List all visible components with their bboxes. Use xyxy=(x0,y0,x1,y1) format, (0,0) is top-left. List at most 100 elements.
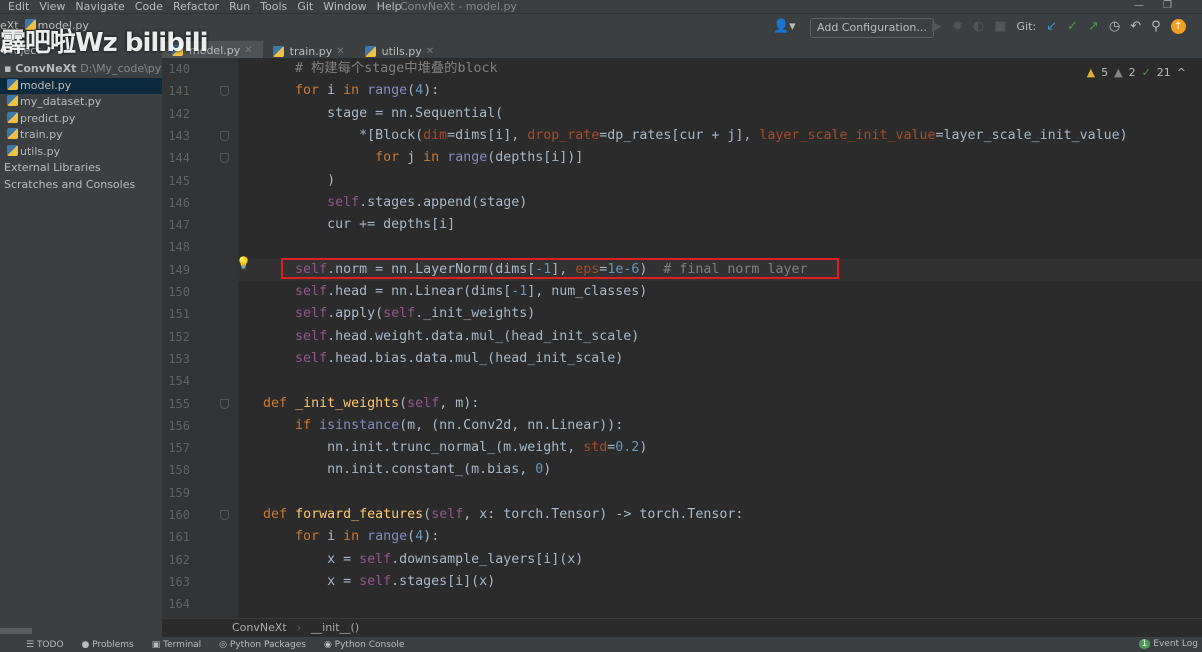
menu-edit[interactable]: Edit xyxy=(8,0,29,13)
code-token: self xyxy=(407,395,440,411)
git-label: Git: xyxy=(1016,20,1037,33)
event-log-button[interactable]: 1 Event Log xyxy=(1138,639,1198,649)
close-icon[interactable]: ✕ xyxy=(244,45,252,56)
close-icon[interactable]: ✕ xyxy=(336,46,344,57)
code-line: stage = nn.Sequential( xyxy=(231,103,503,125)
fold-marker-icon[interactable] xyxy=(220,153,229,164)
code-token: _init_weights xyxy=(295,395,400,411)
toolwindow-label: Python Console xyxy=(334,639,405,650)
git-commit-icon[interactable]: ✓ xyxy=(1067,19,1078,34)
code-token: ( xyxy=(407,529,416,545)
line-number: 153 xyxy=(168,351,190,366)
run-icon[interactable]: ▶ xyxy=(932,19,942,34)
project-tree: ▪ ConvNeXt D:\My_code\pythonP model.py my… xyxy=(0,61,162,637)
menu-run[interactable]: Run xyxy=(229,0,250,13)
packages-icon: ◎ xyxy=(219,639,230,650)
add-configuration-button[interactable]: Add Configuration... xyxy=(810,18,934,38)
code-token: layer_scale_init_value xyxy=(759,127,936,143)
code-token: # 构建每个stage中堆叠的block xyxy=(231,61,498,76)
lightbulb-icon[interactable]: 💡 xyxy=(236,256,251,270)
fold-marker-icon[interactable] xyxy=(220,398,229,409)
tree-file-model-py[interactable]: model.py xyxy=(0,77,162,94)
code-token: self xyxy=(295,306,328,322)
code-line: def _init_weights(self, m): xyxy=(231,393,479,415)
update-icon[interactable]: ↑ xyxy=(1170,19,1186,34)
tree-file-train-py[interactable]: train.py xyxy=(0,127,162,144)
tab-label: utils.py xyxy=(381,44,422,58)
file-label: my_dataset.py xyxy=(20,95,102,108)
code-token: =layer_scale_init_value) xyxy=(935,127,1128,143)
coverage-icon[interactable]: ◐ xyxy=(973,19,984,34)
git-history-icon[interactable]: ◷ xyxy=(1109,19,1120,34)
tree-file-my_dataset-py[interactable]: my_dataset.py xyxy=(0,94,162,111)
debug-icon[interactable]: ✹ xyxy=(952,19,963,34)
code-token: self xyxy=(295,350,328,366)
menu-git[interactable]: Git xyxy=(297,0,313,13)
toolwindow-python-console[interactable]: ◉ Python Console xyxy=(324,640,405,650)
menu-refactor[interactable]: Refactor xyxy=(173,0,219,13)
sidebar-scrollbar[interactable] xyxy=(0,628,32,634)
tree-root[interactable]: ▪ ConvNeXt D:\My_code\pythonP xyxy=(0,61,162,78)
highlight-box xyxy=(281,258,839,279)
tree-file-predict-py[interactable]: predict.py xyxy=(0,111,162,128)
fold-marker-icon[interactable] xyxy=(220,86,229,97)
code-token: .stages.append(stage) xyxy=(359,194,528,210)
chevron-up-icon[interactable]: ^ xyxy=(1177,66,1186,79)
line-number: 142 xyxy=(168,106,190,121)
rollback-icon[interactable]: ↶ xyxy=(1130,19,1141,34)
code-token: i xyxy=(319,529,344,545)
breadcrumb-method[interactable]: __init__() xyxy=(311,621,359,635)
code-token: ) xyxy=(543,462,552,478)
window-controls[interactable]: — ❐ xyxy=(1134,0,1172,11)
menu-view[interactable]: View xyxy=(39,0,65,13)
git-update-icon[interactable]: ↙ xyxy=(1046,19,1057,34)
line-number: 146 xyxy=(168,195,190,210)
menu-navigate[interactable]: Navigate xyxy=(75,0,124,13)
user-icon[interactable]: 👤▾ xyxy=(773,19,796,34)
stop-icon[interactable]: ■ xyxy=(994,19,1006,34)
toolwindow-python-packages[interactable]: ◎ Python Packages xyxy=(219,640,306,650)
toolwindow-todo[interactable]: ☰ TODO xyxy=(26,640,64,650)
editor-breadcrumb: ConvNeXt › __init__() xyxy=(162,618,1202,637)
python-file-icon xyxy=(7,78,18,90)
menu-window[interactable]: Window xyxy=(323,0,366,13)
line-number: 162 xyxy=(168,552,190,567)
fold-marker-icon[interactable] xyxy=(220,510,229,520)
user-menu[interactable]: 👤▾ xyxy=(773,19,796,34)
line-number: 152 xyxy=(168,329,190,344)
code-token: range xyxy=(447,150,488,166)
code-line: self.stages.append(stage) xyxy=(231,192,527,214)
toolwindow-problems[interactable]: ● Problems xyxy=(82,640,134,650)
code-token: ): xyxy=(423,83,440,99)
terminal-icon: ▣ xyxy=(151,639,164,650)
breadcrumb-class[interactable]: ConvNeXt xyxy=(232,621,287,635)
toolwindow-terminal[interactable]: ▣ Terminal xyxy=(152,640,201,650)
code-token: j xyxy=(399,150,424,166)
code-token: isinstance xyxy=(319,417,400,433)
code-token: self xyxy=(295,328,328,344)
code-token: self xyxy=(359,551,392,567)
code-token: .downsample_layers[i](x) xyxy=(391,551,584,567)
menu-tools[interactable]: Tools xyxy=(260,0,287,13)
code-token: i xyxy=(319,83,344,99)
line-number: 151 xyxy=(168,307,190,322)
tree-external-libraries[interactable]: External Libraries xyxy=(0,160,162,177)
close-icon[interactable]: ✕ xyxy=(426,46,434,57)
git-push-icon[interactable]: ↗ xyxy=(1088,19,1099,34)
code-token: x = xyxy=(231,551,360,567)
tree-scratches[interactable]: Scratches and Consoles xyxy=(0,177,162,194)
window-title: ConvNeXt - model.py xyxy=(400,0,517,13)
code-token: .head.weight.data.mul_(head_init_scale) xyxy=(327,328,640,344)
line-number: 150 xyxy=(168,285,190,299)
inspection-widget[interactable]: ▲ 5 ▲ 2 ✓ 21 ^ xyxy=(1087,66,1186,79)
fold-marker-icon[interactable] xyxy=(220,130,229,141)
menu-code[interactable]: Code xyxy=(135,0,163,13)
problems-icon: ● xyxy=(81,639,93,650)
code-token: self xyxy=(383,306,416,322)
search-icon[interactable]: ⚲ xyxy=(1151,19,1161,34)
menu-help[interactable]: Help xyxy=(377,0,402,13)
code-token: .stages[i](x) xyxy=(391,573,496,589)
tree-file-utils-py[interactable]: utils.py xyxy=(0,144,162,161)
